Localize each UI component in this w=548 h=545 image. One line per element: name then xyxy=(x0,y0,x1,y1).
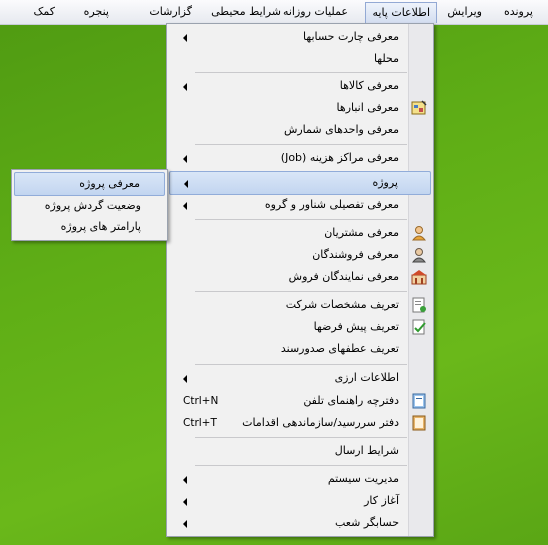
menu-reports[interactable]: گزارشات xyxy=(143,3,198,20)
menu-item-floating-detail[interactable]: معرفی تفصیلی شناور و گروه xyxy=(169,194,431,216)
menu-separator xyxy=(195,364,407,365)
menu-item-chart-of-accounts[interactable]: معرفی چارت حسابها xyxy=(169,26,431,48)
menu-file[interactable]: پرونده xyxy=(498,3,539,20)
shortcut-text: Ctrl+T xyxy=(183,417,217,429)
menu-item-customers[interactable]: معرفی مشتریان xyxy=(169,222,431,244)
submenu-arrow-icon xyxy=(183,375,187,383)
menu-help[interactable]: کمک xyxy=(28,3,61,20)
menu-item-warehouses[interactable]: معرفی انبارها xyxy=(169,97,431,119)
menu-item-products[interactable]: معرفی کالاها xyxy=(169,75,431,97)
shortcut-text: Ctrl+N xyxy=(183,395,219,407)
project-submenu: معرفی پروژه وضعیت گردش پروژه پارامتر های… xyxy=(11,169,168,241)
basic-info-dropdown: معرفی چارت حسابها محلها معرفی کالاها معر… xyxy=(166,23,434,537)
menu-item-voucher-bookmarks[interactable]: تعریف عطفهای صدورسند xyxy=(169,338,431,360)
customer-icon xyxy=(411,225,427,241)
menu-window[interactable]: پنجره xyxy=(78,3,115,20)
menu-separator xyxy=(195,291,407,292)
menu-item-currency-info[interactable]: اطلاعات ارزی xyxy=(169,367,431,389)
menu-item-branch-accountant[interactable]: حسابگر شعب xyxy=(169,512,431,534)
phonebook-icon xyxy=(411,393,427,409)
submenu-arrow-icon xyxy=(183,202,187,210)
menu-item-cost-centers[interactable]: معرفی مراکز هزینه (Job) xyxy=(169,147,431,169)
menu-item-sales-agents[interactable]: معرفی نمایندگان فروش xyxy=(169,266,431,288)
menu-basic-info[interactable]: اطلاعات پایه xyxy=(365,2,437,23)
submenu-arrow-icon xyxy=(183,520,187,528)
menu-item-sellers[interactable]: معرفی فروشندگان xyxy=(169,244,431,266)
submenu-item-project-turnover[interactable]: وضعیت گردش پروژه xyxy=(14,195,165,217)
seller-icon xyxy=(411,247,427,263)
warehouse-icon xyxy=(411,100,427,116)
menu-item-company-info[interactable]: تعریف مشخصات شرکت xyxy=(169,294,431,316)
submenu-item-project-parameters[interactable]: پارامتر های پروژه xyxy=(14,216,165,238)
menu-environment[interactable]: شرایط محیطی xyxy=(205,3,287,20)
menu-daily-operations[interactable]: عملیات روزانه xyxy=(277,3,354,20)
menu-item-planner[interactable]: دفتر سررسید/سازماندهی اقدامات Ctrl+T xyxy=(169,412,431,434)
company-icon xyxy=(411,297,427,313)
menu-separator xyxy=(195,72,407,73)
submenu-arrow-icon xyxy=(183,155,187,163)
menu-item-project[interactable]: پروژه xyxy=(169,171,431,195)
menu-edit[interactable]: ویرایش xyxy=(441,3,488,20)
menu-separator xyxy=(195,465,407,466)
menu-item-start-work[interactable]: آغاز کار xyxy=(169,490,431,512)
menu-item-phonebook[interactable]: دفترچه راهنمای تلفن Ctrl+N xyxy=(169,390,431,412)
submenu-arrow-icon xyxy=(183,83,187,91)
menu-item-defaults[interactable]: تعریف پیش فرضها xyxy=(169,316,431,338)
menu-separator xyxy=(195,144,407,145)
submenu-arrow-icon xyxy=(183,476,187,484)
submenu-arrow-icon xyxy=(183,498,187,506)
menu-separator xyxy=(195,219,407,220)
menu-item-system-management[interactable]: مدیریت سیستم xyxy=(169,468,431,490)
menu-item-locations[interactable]: محلها xyxy=(169,48,431,70)
agents-icon xyxy=(411,269,427,285)
submenu-arrow-icon xyxy=(183,34,187,42)
submenu-item-define-project[interactable]: معرفی پروژه xyxy=(14,172,165,196)
submenu-arrow-icon xyxy=(184,180,188,188)
menu-item-shipping-terms[interactable]: شرایط ارسال xyxy=(169,440,431,462)
menu-separator xyxy=(195,437,407,438)
menu-item-units[interactable]: معرفی واحدهای شمارش xyxy=(169,119,431,141)
planner-icon xyxy=(411,415,427,431)
defaults-icon xyxy=(411,319,427,335)
menu-bar: پرونده ویرایش اطلاعات پایه عملیات روزانه… xyxy=(0,0,548,25)
